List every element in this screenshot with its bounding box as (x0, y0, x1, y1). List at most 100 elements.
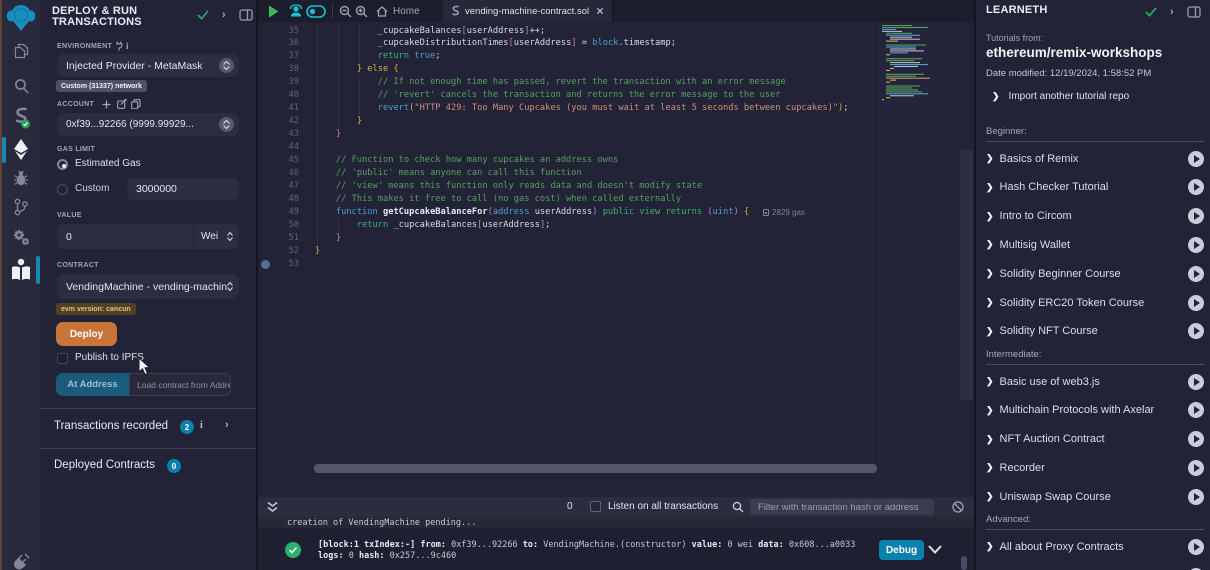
panel-pin-icon[interactable] (239, 9, 253, 21)
editor-horizontal-scrollbar[interactable] (314, 464, 877, 473)
learneth-icon[interactable] (2, 258, 40, 281)
code-line[interactable]: 39 // If not enough time has passed, rev… (258, 76, 974, 89)
editor-vertical-scrollbar[interactable] (960, 150, 973, 400)
code-line[interactable]: 40 // 'revert' cancels the transaction a… (258, 89, 974, 102)
listen-transactions-checkbox[interactable] (590, 501, 601, 512)
home-tab[interactable]: Home (376, 0, 420, 22)
tutorial-item[interactable]: ❯Hash Checker Tutorial (986, 175, 1204, 199)
code-editor[interactable]: 35 _cupcakeBalances[userAddress]++;36 _c… (258, 22, 974, 485)
code-line[interactable]: 49 function getCupcakeBalanceFor(address… (258, 206, 974, 219)
plugin-manager-icon[interactable] (2, 552, 40, 570)
tutorial-item[interactable]: ❯NFT Auction Contract (986, 427, 1204, 451)
copilot-toggle-icon[interactable] (306, 0, 326, 22)
close-tab-icon[interactable] (596, 7, 604, 15)
tutorial-item[interactable]: ❯Intro to Circom (986, 204, 1204, 228)
play-tutorial-icon[interactable] (1188, 237, 1204, 253)
value-unit-select[interactable]: Wei (194, 224, 239, 249)
git-icon[interactable] (2, 198, 40, 216)
zoom-in-icon[interactable] (355, 0, 368, 22)
plug-icon[interactable] (114, 41, 124, 51)
file-explorer-icon[interactable] (2, 43, 40, 59)
run-script-icon[interactable] (268, 0, 279, 22)
environment-select[interactable]: Injected Provider - MetaMask (57, 54, 239, 77)
tutorial-item[interactable]: ❯Uniswap Swap Course (986, 485, 1204, 509)
play-tutorial-icon[interactable] (1188, 374, 1204, 390)
custom-gas-input[interactable]: 3000000 (127, 178, 239, 200)
tab-vending-machine-contract[interactable]: vending-machine-contract.sol (443, 0, 613, 22)
code-line[interactable]: 42 } (258, 115, 974, 128)
code-line[interactable]: 41 revert("HTTP 429: Too Many Cupcakes (… (258, 102, 974, 115)
custom-gas-radio[interactable] (57, 184, 68, 195)
tutorial-item[interactable]: ❯Solidity ERC20 Token Course (986, 291, 1204, 315)
code-line[interactable]: 51 } (258, 232, 974, 245)
code-line[interactable]: 44 (258, 141, 974, 154)
play-tutorial-icon[interactable] (1188, 460, 1204, 476)
code-line[interactable]: 50 return _cupcakeBalances[userAddress]; (258, 219, 974, 232)
play-tutorial-icon[interactable] (1188, 266, 1204, 282)
play-tutorial-icon[interactable] (1188, 431, 1204, 447)
panel-pin-icon[interactable] (1187, 6, 1201, 18)
tutorial-item[interactable]: ❯Basics of Remix (986, 147, 1204, 171)
add-account-icon[interactable] (102, 100, 111, 109)
tutorial-item[interactable]: ❯All about Proxy Contracts (986, 535, 1204, 559)
transactions-expand-icon[interactable]: › (225, 419, 229, 431)
play-tutorial-icon[interactable] (1188, 489, 1204, 505)
value-input[interactable]: 0 (57, 224, 193, 249)
environment-info-icon[interactable]: i (126, 41, 129, 51)
debug-button[interactable]: Debug (879, 540, 924, 560)
remix-ai-icon[interactable] (289, 0, 303, 22)
code-line[interactable]: 45 // Function to check how many cupcake… (258, 154, 974, 167)
code-line[interactable]: 48 // This makes it free to call (no gas… (258, 193, 974, 206)
tutorial-item[interactable]: ❯Deploy with Libraries (986, 564, 1204, 570)
settings-icon[interactable] (2, 228, 40, 246)
code-line[interactable]: 53 (258, 258, 974, 271)
debugger-icon[interactable] (2, 169, 40, 187)
zoom-out-icon[interactable] (339, 0, 352, 22)
deploy-button[interactable]: Deploy (56, 322, 117, 346)
terminal[interactable]: creation of VendingMachine pending... [b… (258, 517, 974, 570)
expand-terminal-icon[interactable] (267, 501, 278, 513)
transactions-info-icon[interactable]: i (200, 420, 203, 431)
tx-log-line[interactable]: logs: 0 hash: 0x257...9c460 (318, 551, 456, 562)
code-line[interactable]: 37 return true; (258, 50, 974, 63)
search-icon[interactable] (2, 78, 40, 94)
sign-message-icon[interactable] (117, 99, 127, 109)
code-line[interactable]: 43 } (258, 128, 974, 141)
tutorial-item[interactable]: ❯Solidity Beginner Course (986, 262, 1204, 286)
code-line[interactable]: 38 } else { (258, 63, 974, 76)
at-address-input[interactable]: Load contract from Addres (129, 373, 231, 396)
play-tutorial-icon[interactable] (1188, 323, 1204, 339)
panel-collapse-icon[interactable]: › (222, 9, 226, 21)
tutorial-item[interactable]: ❯Basic use of web3.js (986, 370, 1204, 394)
code-line[interactable]: 47 // 'view' means this function only re… (258, 180, 974, 193)
terminal-filter-input[interactable]: Filter with transaction hash or address (750, 499, 934, 515)
play-tutorial-icon[interactable] (1188, 208, 1204, 224)
play-tutorial-icon[interactable] (1188, 402, 1204, 418)
tx-log-line[interactable]: [block:1 txIndex:-] from: 0xf39...92266 … (318, 540, 855, 551)
breakpoint-marker[interactable] (261, 260, 270, 269)
code-line[interactable]: 52} (258, 245, 974, 258)
at-address-button[interactable]: At Address (56, 373, 129, 396)
terminal-scrollbar[interactable] (961, 556, 967, 570)
contract-select[interactable]: VendingMachine - vending-machin (57, 274, 239, 299)
tutorial-item[interactable]: ❯Recorder (986, 456, 1204, 480)
panel-collapse-icon[interactable]: › (1170, 6, 1174, 18)
copy-address-icon[interactable] (131, 99, 141, 109)
remix-logo-icon[interactable] (2, 4, 40, 31)
play-tutorial-icon[interactable] (1188, 179, 1204, 195)
import-tutorial-repo[interactable]: ❯ Import another tutorial repo (992, 91, 1129, 102)
tutorial-item[interactable]: ❯Multisig Wallet (986, 233, 1204, 257)
clear-terminal-icon[interactable] (952, 501, 964, 513)
code-line[interactable]: 36 _cupcakeDistributionTimes[userAddress… (258, 37, 974, 50)
play-tutorial-icon[interactable] (1188, 539, 1204, 555)
publish-ipfs-checkbox[interactable] (57, 353, 68, 364)
tutorial-item[interactable]: ❯Solidity NFT Course (986, 319, 1204, 343)
account-select[interactable]: 0xf39...92266 (9999.99929... (57, 113, 239, 136)
solidity-compiler-icon[interactable] (2, 107, 40, 129)
play-tutorial-icon[interactable] (1188, 295, 1204, 311)
deploy-run-icon[interactable] (2, 139, 40, 160)
expand-tx-icon[interactable] (928, 545, 942, 554)
tutorial-item[interactable]: ❯Multichain Protocols with Axelar (986, 398, 1204, 422)
code-line[interactable]: 46 // 'public' means anyone can call thi… (258, 167, 974, 180)
play-tutorial-icon[interactable] (1188, 151, 1204, 167)
